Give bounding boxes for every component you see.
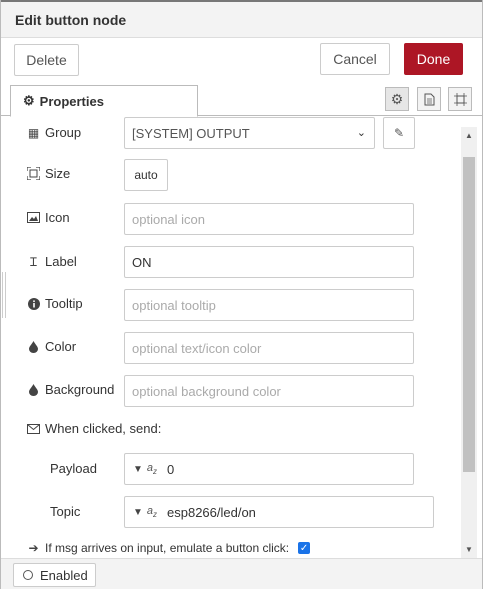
scroll-down-icon[interactable]: ▼ (465, 545, 473, 554)
scroll-up-icon[interactable]: ▲ (465, 131, 473, 140)
size-row: Size auto (1, 159, 461, 191)
image-icon (27, 212, 40, 223)
envelope-icon (27, 423, 40, 434)
pencil-icon: ✎ (393, 126, 405, 140)
group-select-value: [SYSTEM] OUTPUT (132, 125, 250, 141)
payload-row: Payload ▼ az 0 (1, 453, 461, 485)
size-button[interactable]: auto (124, 159, 168, 191)
info-icon (27, 297, 40, 310)
node-appearance-tab-button[interactable] (448, 87, 472, 111)
circle-icon (23, 570, 33, 580)
tooltip-input[interactable]: optional tooltip (124, 289, 414, 321)
topic-label: Topic (50, 504, 81, 519)
tooltip-row: Tooltip optional tooltip (1, 289, 461, 321)
frame-icon (453, 92, 467, 106)
label-label-text: Label (45, 254, 77, 269)
group-select[interactable]: [SYSTEM] OUTPUT ⌄ (124, 117, 375, 149)
table-icon: ▦ (27, 125, 40, 140)
title-bar: Edit button node (1, 0, 482, 38)
when-clicked-label: When clicked, send: (27, 421, 161, 436)
enabled-label: Enabled (40, 567, 88, 583)
node-properties-tab-button[interactable]: ⚙ (385, 87, 409, 111)
background-label: Background (27, 382, 114, 397)
icon-label-text: Icon (45, 210, 70, 225)
dialog-title: Edit button node (15, 12, 127, 28)
color-label: Color (27, 339, 76, 354)
tray-footer: Enabled (1, 558, 482, 589)
tab-properties[interactable]: ⚙ Properties (10, 85, 198, 117)
edit-tray: Edit button node Delete Cancel Done ⚙ Pr… (0, 0, 483, 589)
resize-icon (27, 167, 40, 180)
background-row: Background optional background color (1, 375, 461, 407)
cancel-button[interactable]: Cancel (320, 43, 390, 75)
delete-button[interactable]: Delete (14, 44, 79, 76)
group-label-text: Group (45, 125, 82, 140)
background-label-text: Background (45, 382, 115, 397)
tooltip-label: Tooltip (27, 296, 83, 311)
resize-handle[interactable] (2, 272, 6, 318)
string-type-icon: az (146, 504, 158, 520)
payload-value[interactable]: 0 (165, 462, 174, 477)
string-type-icon: az (146, 461, 158, 477)
cog-icon: ⚙ (23, 93, 35, 108)
emulate-checkbox[interactable]: ✓ (298, 542, 311, 554)
caret-down-icon: ▼ (132, 506, 143, 518)
when-clicked-label-text: When clicked, send: (45, 421, 162, 436)
size-label-text: Size (45, 166, 71, 181)
label-input[interactable]: ON (124, 246, 414, 278)
arrow-right-icon: ➔ (28, 541, 39, 555)
background-input[interactable]: optional background color (124, 375, 414, 407)
emulate-row: ➔ If msg arrives on input, emulate a but… (1, 535, 461, 558)
properties-form: ▦ Group [SYSTEM] OUTPUT ⌄ ✎ Size auto Ic… (1, 117, 461, 558)
node-description-tab-button[interactable] (417, 87, 441, 111)
topic-type-select[interactable]: ▼ az (125, 497, 165, 527)
edit-group-button[interactable]: ✎ (383, 117, 415, 149)
label-label: Ɪ Label (27, 253, 77, 270)
topic-row: Topic ▼ az esp8266/led/on (1, 496, 461, 528)
done-button[interactable]: Done (404, 43, 463, 75)
size-label: Size (27, 166, 70, 181)
emulate-label-text: If msg arrives on input, emulate a butto… (45, 541, 290, 555)
payload-typed-input: ▼ az 0 (124, 453, 414, 485)
emulate-label: ➔ If msg arrives on input, emulate a but… (27, 541, 311, 555)
icon-label: Icon (27, 210, 70, 225)
tooltip-label-text: Tooltip (45, 296, 83, 311)
payload-label: Payload (50, 461, 97, 476)
tray-toolbar: Delete Cancel Done (1, 38, 482, 82)
when-clicked-row: When clicked, send: (1, 414, 461, 446)
droplet-icon (27, 340, 40, 353)
scroll-thumb[interactable] (463, 157, 475, 472)
color-row: Color optional text/icon color (1, 332, 461, 364)
group-label: ▦ Group (27, 125, 81, 140)
enabled-toggle[interactable]: Enabled (13, 563, 96, 587)
text-cursor-icon: Ɪ (30, 255, 37, 269)
topic-typed-input: ▼ az esp8266/led/on (124, 496, 434, 528)
group-row: ▦ Group [SYSTEM] OUTPUT ⌄ ✎ (1, 117, 461, 149)
chevron-down-icon: ⌄ (356, 127, 366, 139)
topic-value[interactable]: esp8266/led/on (165, 505, 256, 520)
color-input[interactable]: optional text/icon color (124, 332, 414, 364)
payload-type-select[interactable]: ▼ az (125, 454, 165, 484)
cog-icon: ⚙ (390, 90, 404, 107)
droplet-icon (27, 383, 40, 396)
file-icon (424, 93, 434, 105)
color-label-text: Color (45, 339, 77, 354)
icon-row: Icon optional icon (1, 203, 461, 235)
icon-input[interactable]: optional icon (124, 203, 414, 235)
form-scrollbar[interactable]: ▲ ▼ (461, 127, 477, 558)
caret-down-icon: ▼ (132, 463, 143, 475)
label-row: Ɪ Label ON (1, 246, 461, 278)
tab-bar: ⚙ Properties ⚙ (1, 82, 482, 117)
tab-properties-label: Properties (39, 93, 104, 109)
